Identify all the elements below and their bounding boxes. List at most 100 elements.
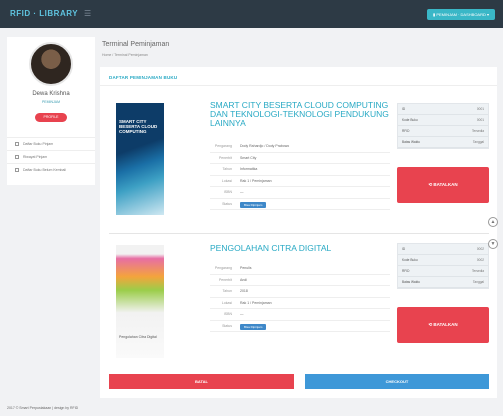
meta-row: Status Bisa Dipinjam (210, 199, 390, 210)
meta-label: Status (222, 323, 232, 328)
meta-label: Lokasi (221, 178, 232, 183)
meta-label: Lokasi (221, 300, 232, 305)
meta-row: Penerbit Smart City (210, 153, 390, 164)
stat-label: Kode Buku (402, 118, 418, 122)
profile-button[interactable]: PROFILE (35, 113, 67, 122)
sidebar-item-history[interactable]: Riwayat Pinjam (7, 150, 95, 163)
stat-row: Batas Waktu Tanggal (398, 277, 488, 288)
book-cover: Pengolahan Citra Digital (116, 245, 164, 358)
meta-row: Tahun Informatika (210, 164, 390, 176)
meta-value: — (240, 190, 244, 194)
stat-label: ID (402, 107, 406, 111)
stat-row: Kode Buku 0001 (398, 115, 488, 126)
status-badge: Bisa Dipinjam (240, 323, 267, 330)
divider (100, 85, 497, 86)
stat-label: Kode Buku (402, 258, 418, 262)
app-brand[interactable]: RFID · LIBRARY (10, 9, 78, 18)
cancel-button[interactable]: BATAL (109, 374, 294, 389)
stat-value: Tersedia (471, 129, 484, 133)
stat-label: ID (402, 247, 406, 251)
meta-label: ISBN (223, 190, 232, 194)
meta-label: Status (222, 201, 232, 206)
stat-row: ID 0002 (398, 244, 488, 255)
meta-value: Smart City (240, 155, 257, 160)
cover-text: Pengolahan Citra Digital (119, 335, 157, 339)
meta-label: Pengarang (214, 266, 232, 270)
user-role: PEMINJAM (41, 100, 61, 104)
meta-label: Tahun (222, 167, 232, 171)
up-icon[interactable]: ▲ (488, 217, 498, 227)
book-title: SMART CITY BESERTA CLOUD COMPUTING DAN T… (210, 100, 389, 128)
meta-value: — (240, 312, 244, 316)
meta-label: Penerbit (218, 277, 232, 282)
stat-value: 0001 (476, 118, 484, 122)
meta-value: Penulis (240, 266, 252, 270)
sidebar-item-list[interactable]: Daftar Buku Belum Kembali (7, 163, 95, 176)
sidebar: Dewa Krishna PEMINJAM PROFILE Daftar Buk… (7, 37, 95, 185)
book-meta: Pengarang Penulis Penerbit Andi Tahun 2018 … (210, 263, 390, 332)
status-badge: Bisa Dipinjam (240, 201, 267, 208)
stat-value: 0001 (476, 107, 484, 111)
down-icon[interactable]: ▼ (488, 239, 498, 249)
meta-row: ISBN — (210, 309, 390, 321)
meta-row: Penerbit Andi (210, 275, 390, 286)
sidebar-item-catalog[interactable]: Daftar Buku Pinjam (7, 137, 95, 150)
stat-value: Tanggal (472, 140, 484, 144)
meta-row: Lokasi Rak 1 / Peminjaman (210, 176, 390, 187)
stat-row: RFID Tersedia (398, 266, 488, 277)
meta-row: ISBN — (210, 187, 390, 199)
meta-row: Lokasi Rak 1 / Peminjaman (210, 298, 390, 309)
meta-row: Pengarang Penulis (210, 263, 390, 275)
stat-row: ID 0001 (398, 104, 488, 115)
stat-label: Batas Waktu (402, 280, 420, 284)
catalog-icon (15, 142, 19, 147)
meta-row: Status Bisa Dipinjam (210, 321, 390, 332)
cover-text: SMART CITY BESERTA CLOUD COMPUTING (119, 119, 158, 134)
breadcrumb[interactable]: Home / Terminal Peminjaman (102, 53, 148, 57)
stat-value: Tersedia (471, 269, 484, 273)
panel-heading: DAFTAR PEMINJAMAN BUKU (109, 75, 178, 80)
list-icon (15, 168, 19, 173)
meta-row: Pengarang Dody Rahardjo / Dody Prabowo (210, 141, 390, 153)
cancel-loan-button[interactable]: ⟲ BATALKAN (397, 167, 489, 203)
meta-value: 2018 (240, 289, 248, 293)
sidebar-item-label: Daftar Buku Pinjam (23, 142, 54, 146)
book-title: PENGOLAHAN CITRA DIGITAL (210, 243, 332, 253)
sidebar-item-label: Daftar Buku Belum Kembali (23, 168, 66, 172)
sidebar-item-label: Riwayat Pinjam (23, 155, 48, 159)
meta-value: Andi (240, 277, 248, 282)
stat-value: 0002 (476, 247, 484, 251)
meta-value: Dody Rahardjo / Dody Prabowo (240, 144, 290, 148)
loan-panel: DAFTAR PEMINJAMAN BUKU SMART CITY BESERT… (100, 67, 497, 398)
user-menu-button[interactable]: ▮ PEMINJAM · DASHBOARD ▾ (427, 9, 495, 20)
avatar (29, 42, 73, 86)
meta-label: ISBN (223, 312, 232, 316)
stat-value: Tanggal (472, 280, 484, 284)
menu-icon[interactable]: ☰ (84, 9, 91, 18)
book-stats: ID 0001 Kode Buku 0001 RFID Tersedia Batas … (397, 103, 489, 149)
stat-row: Batas Waktu Tanggal (398, 137, 488, 148)
stat-label: RFID (402, 129, 410, 133)
meta-label: Penerbit (218, 155, 232, 160)
stat-value: 0002 (476, 258, 484, 262)
history-icon (15, 155, 19, 160)
page-title: Terminal Peminjaman (102, 41, 170, 48)
meta-value: Informatika (240, 167, 258, 171)
checkout-button[interactable]: CHECKOUT (305, 374, 489, 389)
book-stats: ID 0002 Kode Buku 0002 RFID Tersedia Batas … (397, 243, 489, 289)
stat-label: Batas Waktu (402, 140, 420, 144)
stat-label: RFID (402, 269, 410, 273)
meta-value: Rak 1 / Peminjaman (240, 178, 272, 183)
divider (109, 233, 489, 234)
top-navbar: RFID · LIBRARY ☰ ▮ PEMINJAM · DASHBOARD … (0, 0, 503, 28)
meta-row: Tahun 2018 (210, 286, 390, 298)
book-cover: SMART CITY BESERTA CLOUD COMPUTING (116, 103, 164, 215)
meta-label: Tahun (222, 289, 232, 293)
sidebar-menu: Daftar Buku Pinjam Riwayat Pinjam Daftar… (7, 137, 95, 176)
meta-value: Rak 1 / Peminjaman (240, 300, 272, 305)
book-meta: Pengarang Dody Rahardjo / Dody Prabowo Pe… (210, 141, 390, 210)
stat-row: RFID Tersedia (398, 126, 488, 137)
stat-row: Kode Buku 0002 (398, 255, 488, 266)
cancel-loan-button[interactable]: ⟲ BATALKAN (397, 307, 489, 343)
meta-label: Pengarang (214, 144, 232, 148)
